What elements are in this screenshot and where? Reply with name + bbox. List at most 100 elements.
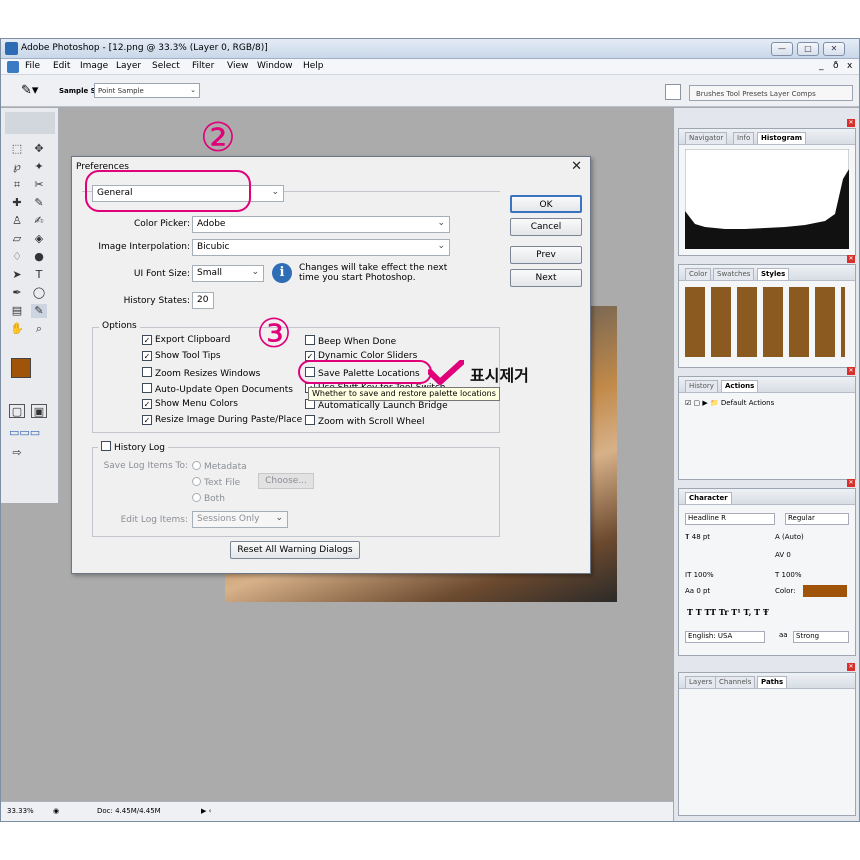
standard-mode-icon[interactable]: ▢ [9,404,25,418]
healing-brush-icon[interactable]: ✚ [9,196,25,210]
pen-tool-icon[interactable]: ✒ [9,286,25,300]
ui-font-select[interactable]: Small ⌄ [192,265,264,282]
menu-file[interactable]: File [25,61,40,71]
panel-close-icon[interactable]: ✕ [847,119,855,127]
antialias-select[interactable]: Strong [793,631,849,643]
zoom-scroll-wheel-checkbox[interactable]: Zoom with Scroll Wheel [305,415,424,427]
menu-filter[interactable]: Filter [192,61,214,71]
tab-info[interactable]: Info [733,132,755,144]
ok-button[interactable]: OK [510,195,582,213]
dodge-tool-icon[interactable]: ● [31,250,47,264]
type-style-buttons[interactable]: T T TT Tr T¹ T, T Ŧ [687,607,769,617]
show-tool-tips-checkbox[interactable]: ✓ Show Tool Tips [142,351,221,361]
menu-image[interactable]: Image [80,61,108,71]
dialog-close-icon[interactable]: ✕ [571,159,582,174]
next-button[interactable]: Next [510,269,582,287]
close-window-button[interactable]: ✕ [823,42,845,56]
doc-close[interactable]: x [847,61,852,71]
auto-update-checkbox[interactable]: Auto-Update Open Documents [142,383,293,395]
path-select-icon[interactable]: ➤ [9,268,25,282]
menu-layer[interactable]: Layer [116,61,141,71]
screen-mode-icon[interactable]: ▭▭▭ [9,426,40,440]
radio-text-file[interactable]: Text File [192,477,240,488]
language-select[interactable]: English: USA [685,631,765,643]
eraser-tool-icon[interactable]: ▱ [9,232,25,246]
eyedropper-tool-icon[interactable]: ✎▾ [21,83,38,98]
zoom-level[interactable]: 33.33% [7,807,34,815]
slice-tool-icon[interactable]: ✂ [31,178,47,192]
resize-during-paste-checkbox[interactable]: ✓ Resize Image During Paste/Place [142,415,302,425]
move-tool-icon[interactable]: ✥ [31,142,47,156]
show-menu-colors-checkbox[interactable]: ✓ Show Menu Colors [142,399,238,409]
beep-when-done-checkbox[interactable]: Beep When Done [305,335,396,347]
zoom-resizes-checkbox[interactable]: Zoom Resizes Windows [142,367,260,379]
vscale-field[interactable]: IT 100% [685,571,714,579]
status-menu-arrow-icon[interactable]: ▶ ‹ [201,807,211,815]
history-states-input[interactable]: 20 [192,292,214,309]
menu-view[interactable]: View [227,61,248,71]
baseline-field[interactable]: Aa 0 pt [685,587,710,595]
menu-edit[interactable]: Edit [53,61,70,71]
tracking-field[interactable]: AV 0 [775,551,791,559]
crop-tool-icon[interactable]: ⌗ [9,178,25,192]
shape-tool-icon[interactable]: ◯ [31,286,47,300]
font-style-select[interactable]: Regular [785,513,849,525]
reset-warnings-button[interactable]: Reset All Warning Dialogs [230,541,360,559]
prev-button[interactable]: Prev [510,246,582,264]
menu-window[interactable]: Window [257,61,293,71]
bucket-tool-icon[interactable]: ◈ [31,232,47,246]
tab-styles[interactable]: Styles [757,268,790,280]
tab-channels[interactable]: Channels [715,676,756,688]
status-icon[interactable]: ◉ [53,807,59,815]
choose-button[interactable]: Choose... [258,473,314,489]
maximize-button[interactable]: □ [797,42,819,56]
doc-minimize[interactable]: _ [819,61,824,71]
doc-restore[interactable]: ð [833,61,839,71]
marquee-tool-icon[interactable]: ⬚ [9,142,25,156]
tab-histogram[interactable]: Histogram [757,132,807,144]
panel-close-icon[interactable]: ✕ [847,367,855,375]
font-family-select[interactable]: Headline R [685,513,775,525]
hand-tool-icon[interactable]: ✋ [9,322,25,336]
palette-well-icon[interactable] [665,84,681,100]
tab-character[interactable]: Character [685,492,732,504]
leading-field[interactable]: A (Auto) [775,533,804,541]
jump-to-imageready-icon[interactable]: ⇨ [9,446,25,460]
tab-history[interactable]: History [685,380,718,392]
stamp-tool-icon[interactable]: ♙ [9,214,25,228]
history-brush-icon[interactable]: ✍ [31,214,47,228]
history-log-checkbox[interactable]: History Log [98,441,168,453]
text-color-swatch[interactable] [803,585,847,597]
document-icon[interactable] [7,61,19,73]
quick-mask-icon[interactable]: ▣ [31,404,47,418]
cancel-button[interactable]: Cancel [510,218,582,236]
radio-both[interactable]: Both [192,493,225,504]
color-picker-select[interactable]: Adobe ⌄ [192,216,450,233]
menu-select[interactable]: Select [152,61,180,71]
lasso-tool-icon[interactable]: ℘ [9,160,25,174]
export-clipboard-checkbox[interactable]: ✓ Export Clipboard [142,335,230,345]
zoom-tool-icon[interactable]: ⌕ [31,322,47,336]
type-tool-icon[interactable]: T [31,268,47,282]
foreground-color-swatch[interactable] [11,358,31,378]
radio-metadata[interactable]: Metadata [192,461,247,472]
tab-layers[interactable]: Layers [685,676,717,688]
font-size-field[interactable]: 𝐓 48 pt [685,533,710,542]
blur-tool-icon[interactable]: ♢ [9,250,25,264]
tab-swatches[interactable]: Swatches [713,268,755,280]
interpolation-select[interactable]: Bicubic ⌄ [192,239,450,256]
panel-close-icon[interactable]: ✕ [847,663,855,671]
brush-tool-icon[interactable]: ✎ [31,196,47,210]
tab-color[interactable]: Color [685,268,712,280]
tab-actions[interactable]: Actions [721,380,759,392]
menu-help[interactable]: Help [303,61,324,71]
sample-size-select[interactable]: Point Sample ⌄ [94,83,200,98]
tab-navigator[interactable]: Navigator [685,132,728,144]
palette-well-tabs[interactable]: Brushes Tool Presets Layer Comps [689,85,853,101]
style-swatches[interactable] [685,287,845,357]
notes-tool-icon[interactable]: ▤ [9,304,25,318]
panel-close-icon[interactable]: ✕ [847,479,855,487]
hscale-field[interactable]: T 100% [775,571,802,579]
tab-paths[interactable]: Paths [757,676,788,688]
minimize-button[interactable]: — [771,42,793,56]
